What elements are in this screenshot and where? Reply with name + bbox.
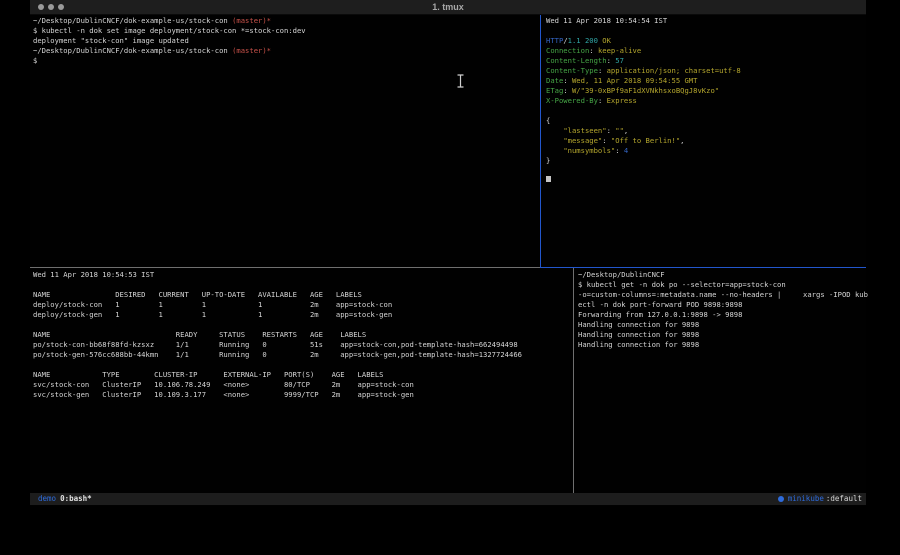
terminal-line [546, 176, 871, 186]
terminal-line: Wed 11 Apr 2018 10:54:54 IST [546, 16, 871, 26]
terminal-line: svc/stock-con ClusterIP 10.106.78.249 <n… [33, 380, 576, 390]
status-right: minikube :default [778, 493, 866, 505]
terminal-line: po/stock-con-bb68f88fd-kzsxz 1/1 Running… [33, 340, 576, 350]
terminal-line: "lastseen": "", [546, 126, 871, 136]
status-left: demo 0:bash* [30, 493, 92, 505]
mouse-cursor-ibeam-icon [456, 74, 465, 88]
pane-border-horizontal-left[interactable] [30, 267, 540, 268]
terminal-window: 1. tmux ~/Desktop/DublinCNCF/dok-example… [30, 0, 866, 506]
terminal-line: X-Powered-By: Express [546, 96, 871, 106]
terminal-line: Handling connection for 9898 [578, 330, 870, 340]
terminal-line: ectl -n dok port-forward POD 9898:9898 [578, 300, 870, 310]
terminal-line: ETag: W/"39-0xBPf9aF1dXVNkhsxoBQgJ8vKzo" [546, 86, 871, 96]
terminal-line: NAME DESIRED CURRENT UP-TO-DATE AVAILABL… [33, 290, 576, 300]
terminal-line: -o=custom-columns=:metadata.name --no-he… [578, 290, 870, 300]
pane-border-horizontal-right[interactable] [540, 267, 866, 268]
terminal-line: ~/Desktop/DublinCNCF/dok-example-us/stoc… [33, 16, 543, 26]
kube-namespace: :default [826, 493, 862, 505]
terminal-line: deploy/stock-con 1 1 1 1 2m app=stock-co… [33, 300, 576, 310]
terminal-line [546, 26, 871, 36]
kubernetes-helm-icon [778, 496, 784, 502]
terminal-line: Date: Wed, 11 Apr 2018 09:54:55 GMT [546, 76, 871, 86]
pane-top-left-shell[interactable]: ~/Desktop/DublinCNCF/dok-example-us/stoc… [30, 15, 543, 268]
terminal-line: deployment "stock-con" image updated [33, 36, 543, 46]
terminal-line: Connection: keep-alive [546, 46, 871, 56]
terminal-line: Forwarding from 127.0.0.1:9898 -> 9898 [578, 310, 870, 320]
terminal-line: "message": "Off to Berlin!", [546, 136, 871, 146]
terminal-line: ~/Desktop/DublinCNCF [578, 270, 870, 280]
terminal-line: $ [33, 56, 543, 66]
window-titlebar: 1. tmux [30, 0, 866, 15]
terminal-line [33, 280, 576, 290]
terminal-line: deploy/stock-gen 1 1 1 1 2m app=stock-ge… [33, 310, 576, 320]
terminal-line: ~/Desktop/DublinCNCF/dok-example-us/stoc… [33, 46, 543, 56]
terminal-line: Wed 11 Apr 2018 10:54:53 IST [33, 270, 576, 280]
session-name: demo [38, 493, 56, 505]
terminal-line: NAME READY STATUS RESTARTS AGE LABELS [33, 330, 576, 340]
terminal-line: { [546, 116, 871, 126]
pane-top-right-http-response[interactable]: Wed 11 Apr 2018 10:54:54 IST HTTP/1.1 20… [541, 15, 871, 268]
pane-border-vertical-top[interactable] [540, 15, 541, 267]
terminal-line: $ kubectl -n dok set image deployment/st… [33, 26, 543, 36]
pane-bottom-right-port-forward[interactable]: ~/Desktop/DublinCNCF$ kubectl get -n dok… [574, 269, 870, 494]
terminal-line: "numsymbols": 4 [546, 146, 871, 156]
terminal-line: svc/stock-gen ClusterIP 10.109.3.177 <no… [33, 390, 576, 400]
terminal-line: } [546, 156, 871, 166]
terminal-line: Handling connection for 9898 [578, 340, 870, 350]
window-tab-bash[interactable]: 0:bash* [60, 493, 92, 505]
terminal-line: $ kubectl get -n dok po --selector=app=s… [578, 280, 870, 290]
terminal-line [546, 166, 871, 176]
terminal-line [546, 106, 871, 116]
terminal-line [33, 320, 576, 330]
pane-bottom-left-kubectl-watch[interactable]: Wed 11 Apr 2018 10:54:53 IST NAME DESIRE… [30, 269, 576, 494]
screenshot-root: 1. tmux ~/Desktop/DublinCNCF/dok-example… [0, 0, 900, 555]
terminal-line: HTTP/1.1 200 OK [546, 36, 871, 46]
kube-context: minikube [788, 493, 824, 505]
terminal-line: Content-Type: application/json; charset=… [546, 66, 871, 76]
terminal-line [33, 360, 576, 370]
terminal-line: NAME TYPE CLUSTER-IP EXTERNAL-IP PORT(S)… [33, 370, 576, 380]
pane-border-vertical-bottom[interactable] [573, 268, 574, 493]
terminal-line: po/stock-gen-576cc688bb-44kmn 1/1 Runnin… [33, 350, 576, 360]
tmux-status-bar: demo 0:bash* minikube :default [30, 493, 866, 505]
terminal-line: Handling connection for 9898 [578, 320, 870, 330]
window-title: 1. tmux [30, 2, 866, 12]
terminal-line: Content-Length: 57 [546, 56, 871, 66]
